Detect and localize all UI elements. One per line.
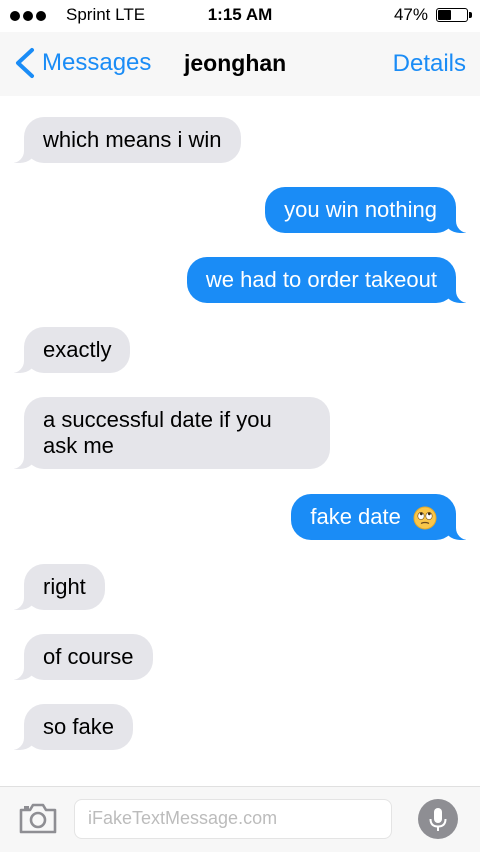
message-bubble-received: so fake (10, 704, 133, 750)
message-bubble-sent: we had to order takeout (186, 257, 471, 303)
message-bubble-sent: fake date (291, 494, 470, 541)
navigation-bar: Messages jeonghan Details (0, 32, 480, 96)
battery-percent: 47% (393, 5, 428, 24)
message-text: of course (43, 644, 134, 669)
message-text: right (43, 574, 86, 599)
back-button[interactable]: Messages (10, 46, 151, 80)
message-text: you win nothing (284, 197, 437, 222)
details-button[interactable]: Details (393, 50, 466, 78)
message-bubble-received: a successful date if you ask me (10, 397, 330, 469)
message-text: a successful date if you ask me (43, 407, 272, 458)
message-bubble-received: of course (10, 634, 153, 680)
microphone-button[interactable] (418, 799, 458, 839)
message-list: which means i win you win nothing we had… (0, 96, 480, 786)
message-input[interactable]: iFakeTextMessage.com (74, 799, 392, 839)
message-input-bar: iFakeTextMessage.com (0, 786, 480, 852)
conversation-title: jeonghan (184, 50, 287, 76)
message-text: which means i win (43, 127, 222, 152)
back-button-label: Messages (42, 49, 152, 76)
message-text: fake date (310, 504, 401, 529)
message-bubble-received: exactly (9, 327, 131, 373)
camera-icon[interactable] (18, 801, 58, 835)
message-text: so fake (43, 714, 114, 739)
message-bubble-received: which means i win (10, 117, 241, 163)
message-text: exactly (43, 337, 112, 362)
message-bubble-received: right (10, 564, 105, 610)
eye-roll-emoji-icon (413, 506, 437, 530)
status-bar: Sprint LTE 1:15 AM 47% (0, 0, 480, 32)
battery-icon (436, 8, 472, 22)
message-bubble-sent: you win nothing (265, 187, 470, 233)
chevron-left-icon (16, 48, 34, 78)
message-text: we had to order takeout (205, 267, 437, 292)
microphone-icon (429, 808, 447, 831)
